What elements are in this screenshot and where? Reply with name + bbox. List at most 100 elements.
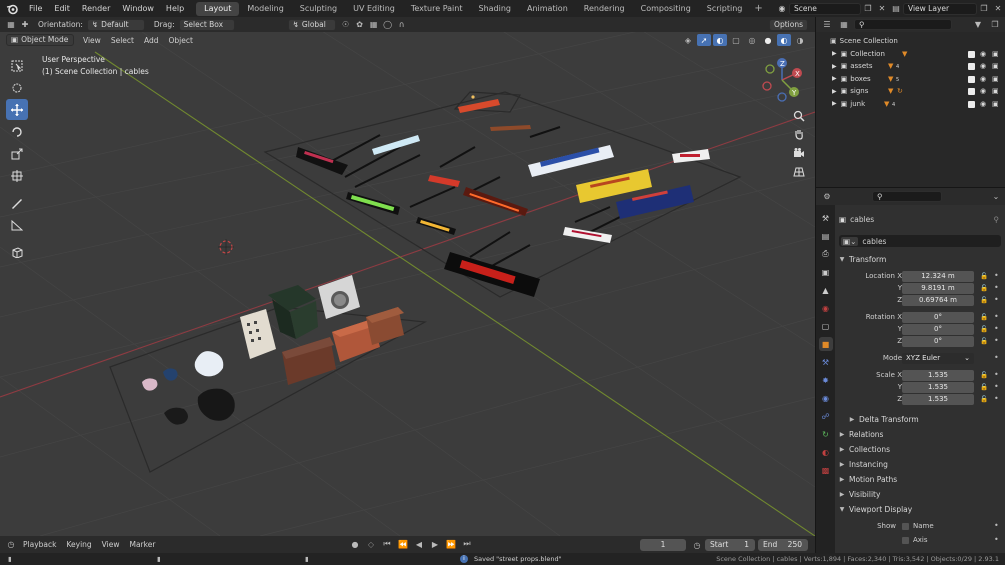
lock-icon[interactable]: 🔓 — [980, 313, 988, 321]
output-tab-icon[interactable]: ⎙ — [819, 247, 833, 261]
view-layer-field[interactable]: View Layer — [903, 2, 977, 15]
keyframe-dot-icon[interactable]: • — [994, 382, 999, 391]
exclude-checkbox[interactable] — [968, 50, 975, 58]
exclude-checkbox[interactable] — [968, 100, 975, 108]
end-frame-field[interactable]: End 250 — [758, 539, 808, 551]
exclude-checkbox[interactable] — [968, 75, 975, 83]
outliner-item-collection[interactable]: ▶ ▣ Collection ▼ ◉ ▣ — [816, 48, 1005, 61]
render-camera-icon[interactable]: ▣ — [992, 87, 999, 95]
object-mode-dropdown[interactable]: ▣ Object Mode — [6, 34, 74, 46]
expand-arrow-icon[interactable]: ▶ — [832, 100, 837, 107]
outliner-item-signs[interactable]: ▶ ▣ signs ▼ ↻ ◉ ▣ — [816, 85, 1005, 98]
gizmo-toggle-icon[interactable]: ➚ — [697, 34, 711, 46]
scene-tab-icon[interactable]: ▲ — [819, 283, 833, 297]
jump-end-icon[interactable]: ⏭ — [460, 538, 474, 550]
scale-z-field[interactable]: 1.535 — [902, 394, 974, 405]
pan-hand-icon[interactable] — [790, 125, 808, 143]
exclude-checkbox[interactable] — [968, 63, 975, 70]
visibility-eye-icon[interactable]: ◉ — [980, 62, 986, 70]
keyframe-dot-icon[interactable]: • — [994, 283, 999, 292]
rotation-mode-dropdown[interactable]: XYZ Euler ⌄ — [902, 353, 974, 364]
next-keyframe-icon[interactable]: ⏩ — [444, 538, 458, 550]
lock-icon[interactable]: 🔓 — [980, 272, 988, 280]
tab-texture-paint[interactable]: Texture Paint — [403, 2, 471, 16]
keyframe-dot-icon[interactable]: • — [994, 535, 999, 544]
render-camera-icon[interactable]: ▣ — [992, 62, 999, 70]
tab-animation[interactable]: Animation — [519, 2, 576, 16]
new-collection-icon[interactable]: ❐ — [988, 19, 1002, 31]
prev-keyframe-icon[interactable]: ⏪ — [396, 538, 410, 550]
menu-marker[interactable]: Marker — [124, 540, 160, 549]
new-scene-icon[interactable]: ❐ — [861, 3, 875, 15]
add-cube-tool[interactable] — [6, 241, 28, 262]
menu-keying[interactable]: Keying — [61, 540, 96, 549]
visibility-filter-icon[interactable]: ◈ — [681, 34, 695, 46]
navigation-gizmo[interactable]: Z X Y — [757, 55, 807, 105]
lock-icon[interactable]: 🔓 — [980, 325, 988, 333]
datablock-browse-icon[interactable]: ▣⌄ — [841, 236, 859, 246]
panel-options-icon[interactable]: ⌄ — [989, 191, 1003, 203]
scene-icon[interactable]: ◉ — [775, 3, 789, 15]
constraints-tab-icon[interactable]: ☍ — [819, 409, 833, 423]
keyframe-dot-icon[interactable]: • — [994, 394, 999, 403]
viewport-scene[interactable] — [0, 17, 815, 536]
collections-panel-header[interactable]: ▶ Collections — [835, 442, 1005, 457]
clock-icon[interactable]: ◷ — [690, 539, 704, 551]
jump-start-icon[interactable]: ⏮ — [380, 538, 394, 550]
outliner-editor-icon[interactable]: ☰ — [820, 19, 834, 31]
keyframe-dot-icon[interactable]: • — [994, 312, 999, 321]
play-reverse-icon[interactable]: ◀ — [412, 538, 426, 550]
solid-shading-icon[interactable]: ● — [761, 34, 775, 46]
tab-modeling[interactable]: Modeling — [239, 2, 291, 16]
current-frame-field[interactable]: 1 — [640, 539, 686, 551]
editor-type-icon[interactable]: ▦ — [4, 19, 18, 31]
record-icon[interactable]: ● — [348, 538, 362, 550]
location-y-field[interactable]: 9.8191 m — [902, 283, 974, 294]
menu-view[interactable]: View — [83, 36, 101, 45]
menu-playback[interactable]: Playback — [18, 540, 61, 549]
modifier-tab-icon[interactable]: ⚒ — [819, 355, 833, 369]
delta-transform-header[interactable]: ▶ Delta Transform — [835, 412, 1005, 427]
keyframe-dot-icon[interactable]: • — [994, 271, 999, 280]
proportional-edit-icon[interactable]: ◯ — [381, 19, 395, 31]
lock-icon[interactable]: 🔓 — [980, 395, 988, 403]
delete-view-layer-icon[interactable]: ✕ — [991, 3, 1005, 15]
tab-sculpting[interactable]: Sculpting — [292, 2, 345, 16]
tab-rendering[interactable]: Rendering — [576, 2, 633, 16]
location-x-field[interactable]: 12.324 m — [902, 271, 974, 282]
relations-panel-header[interactable]: ▶ Relations — [835, 427, 1005, 442]
outliner-search-input[interactable]: ⚲ — [854, 19, 952, 30]
pin-icon[interactable]: ⚲ — [994, 215, 1000, 224]
scale-x-field[interactable]: 1.535 — [902, 370, 974, 381]
move-tool[interactable] — [6, 99, 28, 120]
options-dropdown[interactable]: Options — [769, 19, 808, 31]
render-tab-icon[interactable]: ▤ — [819, 229, 833, 243]
render-camera-icon[interactable]: ▣ — [992, 50, 999, 58]
menu-window[interactable]: Window — [116, 0, 160, 17]
keyframe-dot-icon[interactable]: • — [994, 336, 999, 345]
rendered-shading-icon[interactable]: ◑ — [793, 34, 807, 46]
expand-arrow-icon[interactable]: ▶ — [832, 75, 837, 82]
start-frame-field[interactable]: Start 1 — [705, 539, 755, 551]
menu-help[interactable]: Help — [160, 0, 190, 17]
annotate-tool[interactable] — [6, 192, 28, 213]
data-tab-icon[interactable]: ↻ — [819, 427, 833, 441]
menu-object[interactable]: Object — [168, 36, 192, 45]
visibility-eye-icon[interactable]: ◉ — [980, 100, 986, 108]
move-tool-icon[interactable]: ✚ — [18, 19, 32, 31]
outliner-item-assets[interactable]: ▶ ▣ assets ▼ 4 ◉ ▣ — [816, 60, 1005, 73]
scale-y-field[interactable]: 1.535 — [902, 382, 974, 393]
xray-icon[interactable]: ▢ — [729, 34, 743, 46]
collection-tab-icon[interactable]: ▢ — [819, 319, 833, 333]
material-shading-icon[interactable]: ◐ — [777, 34, 791, 46]
object-datablock-field[interactable]: ▣⌄ cables — [839, 235, 1001, 247]
material-tab-icon[interactable]: ◐ — [819, 445, 833, 459]
show-axis-checkbox[interactable] — [902, 537, 909, 544]
keyframe-dot-icon[interactable]: • — [994, 370, 999, 379]
lock-icon[interactable]: 🔓 — [980, 383, 988, 391]
visibility-eye-icon[interactable]: ◉ — [980, 75, 986, 83]
keyframe-dot-icon[interactable]: • — [994, 353, 999, 362]
particles-tab-icon[interactable]: ✸ — [819, 373, 833, 387]
visibility-eye-icon[interactable]: ◉ — [980, 87, 986, 95]
zoom-icon[interactable] — [790, 107, 808, 125]
